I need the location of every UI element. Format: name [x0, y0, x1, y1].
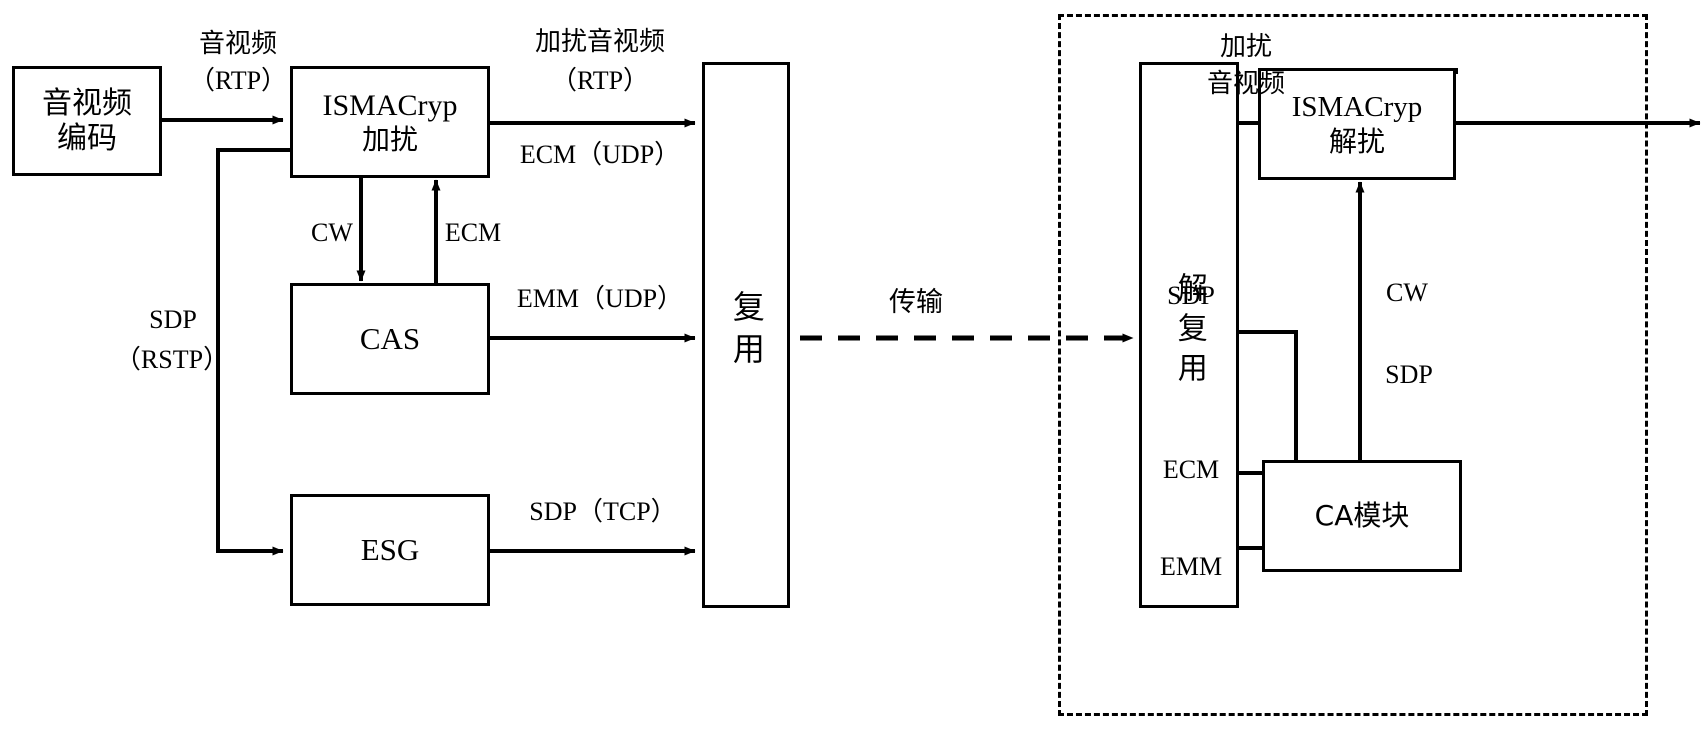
box-multiplex: 复用	[702, 62, 790, 608]
box-ismacryp-descramble-line2: 解扰	[1328, 124, 1385, 158]
box-cas: CAS	[290, 283, 490, 395]
label-sdp-rx: SDP	[1167, 281, 1215, 310]
box-ismacryp-scramble: ISMACryp 加扰	[290, 66, 490, 178]
label-scrambled-av-rtp-line1: 加扰音视频	[534, 27, 665, 57]
label-sdp-rstp-line2: （RSTP）	[114, 345, 230, 374]
label-transmission: 传输	[889, 287, 943, 318]
label-sdp-tcp: SDP（TCP）	[529, 497, 677, 526]
label-sdp-rx2: SDP	[1385, 360, 1433, 389]
box-demultiplex: 解复用	[1139, 62, 1239, 608]
box-ismacryp-scramble-line1: ISMACryp	[322, 88, 458, 122]
label-scrambled-av-rtp-line2: （RTP）	[550, 66, 650, 95]
label-ecm-rx: ECM	[1162, 455, 1220, 484]
label-scrambled-av-line1: 加扰	[1219, 32, 1272, 62]
box-av-encode-label: 音视频 编码	[42, 85, 132, 156]
diagram-canvas: 音视频 编码 ISMACryp 加扰 CAS ESG 复用 解复用 ISMACr…	[0, 0, 1707, 730]
label-av-rtp-line2: （RTP）	[188, 66, 288, 95]
box-ismacryp-scramble-line2: 加扰	[361, 123, 418, 157]
box-ca-module: CA模块	[1262, 460, 1462, 572]
label-cw-rx: CW	[1386, 278, 1428, 307]
label-emm-rx: EMM	[1159, 552, 1223, 581]
label-cw: CW	[311, 218, 353, 247]
label-ecm-udp: ECM（UDP）	[519, 140, 681, 169]
label-ecm: ECM	[444, 218, 502, 247]
box-esg: ESG	[290, 494, 490, 606]
box-av-encode: 音视频 编码	[12, 66, 162, 176]
box-ca-module-label: CA模块	[1314, 499, 1410, 533]
label-emm-udp: EMM（UDP）	[516, 284, 684, 313]
box-cas-label: CAS	[359, 320, 421, 356]
label-sdp-rstp-line1: SDP	[149, 305, 197, 334]
label-av-rtp-line1: 音视频	[198, 29, 277, 59]
box-esg-label: ESG	[360, 531, 420, 567]
box-multiplex-label: 复用	[727, 290, 766, 375]
label-scrambled-av-line2: 音视频	[1206, 69, 1285, 99]
